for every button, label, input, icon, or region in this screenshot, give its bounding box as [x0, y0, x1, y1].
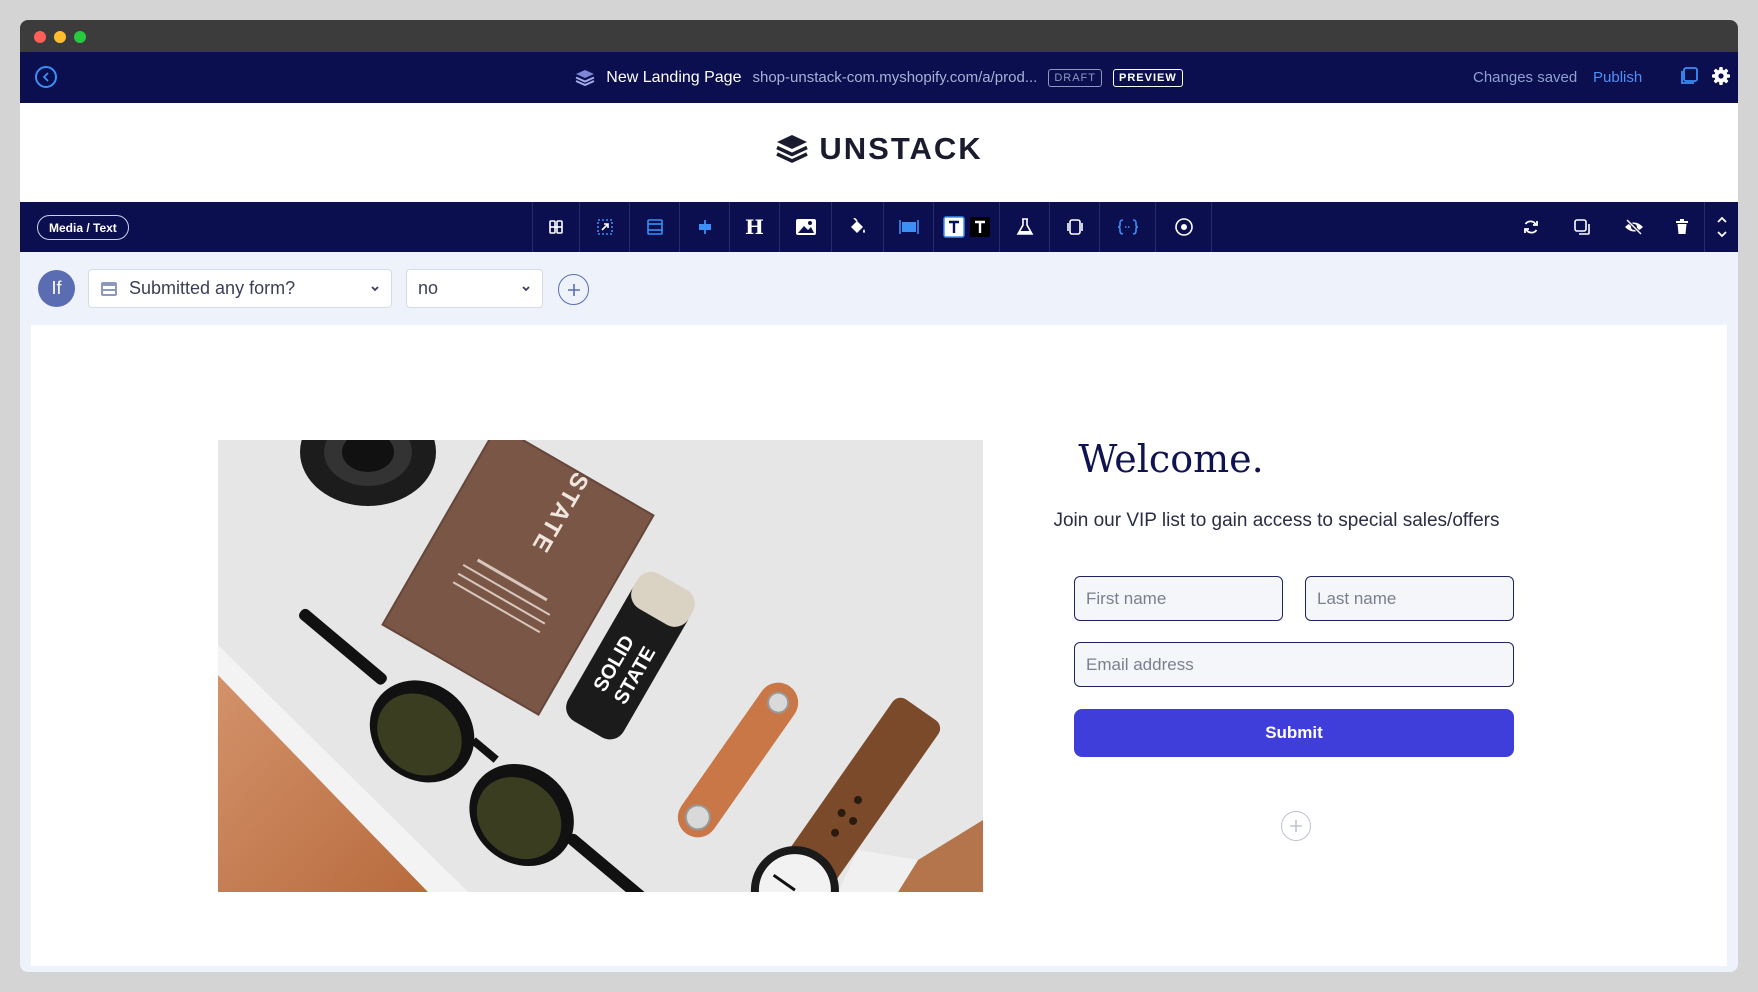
page-canvas: STATE SOLID STATE Welcome. Join our VIP …: [31, 325, 1727, 966]
first-name-field[interactable]: [1074, 576, 1283, 621]
site-logo: UNSTACK: [20, 131, 1738, 167]
gear-icon[interactable]: [1711, 66, 1731, 86]
first-name-input[interactable]: [1075, 577, 1282, 620]
unstack-logo-icon: [776, 135, 809, 163]
welcome-title: Welcome.: [1078, 437, 1264, 481]
app-bar: New Landing Page shop-unstack-com.myshop…: [20, 52, 1738, 103]
browser-window: New Landing Page shop-unstack-com.myshop…: [20, 20, 1738, 972]
welcome-subtitle: Join our VIP list to gain access to spec…: [1053, 510, 1500, 531]
layout-icon: [549, 220, 563, 234]
site-header: UNSTACK: [20, 103, 1738, 202]
duplicate-icon: [1574, 219, 1590, 235]
heading-icon: H: [745, 215, 764, 239]
device-icon: [1066, 219, 1083, 235]
section-toolbar: Media / Text H: [20, 202, 1738, 252]
align-icon: [698, 220, 711, 234]
if-label: If: [38, 270, 75, 307]
plus-icon: [1290, 820, 1302, 832]
condition-bar: If Submitted any form? no: [20, 252, 1738, 325]
last-name-input[interactable]: [1306, 577, 1513, 620]
refresh-icon: [1524, 220, 1538, 234]
email-field[interactable]: [1074, 642, 1514, 687]
publish-button[interactable]: Publish: [1593, 69, 1642, 86]
draft-badge: DRAFT: [1048, 68, 1102, 87]
width-icon: [898, 220, 919, 234]
logo-text: UNSTACK: [819, 131, 983, 166]
chevron-down-icon: [371, 286, 379, 292]
fill-icon: [850, 218, 865, 233]
heading-tool[interactable]: H: [730, 202, 780, 252]
fill-tool[interactable]: [832, 202, 884, 252]
value-select[interactable]: no: [406, 269, 543, 308]
chevron-up-icon[interactable]: [1716, 216, 1728, 224]
copy-icon[interactable]: [1679, 66, 1699, 86]
experiment-tool[interactable]: [1000, 202, 1050, 252]
width-tool[interactable]: [884, 202, 934, 252]
image-icon: [795, 219, 816, 235]
last-name-field[interactable]: [1305, 576, 1514, 621]
code-icon: [1117, 219, 1138, 235]
preview-button[interactable]: PREVIEW: [1113, 68, 1183, 87]
save-status: Changes saved: [1473, 69, 1578, 86]
refresh-tool[interactable]: [1506, 202, 1556, 252]
layout-tool[interactable]: [532, 202, 580, 252]
value-option: no: [418, 278, 439, 298]
target-tool[interactable]: [1156, 202, 1212, 252]
add-element-button[interactable]: [1281, 811, 1311, 841]
text-style-icon: [942, 216, 990, 238]
submit-button[interactable]: Submit: [1074, 709, 1514, 757]
section-type-pill[interactable]: Media / Text: [37, 215, 129, 240]
condition-select[interactable]: Submitted any form?: [88, 269, 392, 308]
hide-icon: [1625, 219, 1643, 235]
chevron-down-icon[interactable]: [1716, 230, 1728, 238]
page-url[interactable]: shop-unstack-com.myshopify.com/a/prod...: [752, 69, 1037, 86]
align-tool[interactable]: [680, 202, 730, 252]
target-icon: [1174, 218, 1193, 236]
product-photo: STATE SOLID STATE: [218, 440, 983, 892]
experiment-icon: [1016, 218, 1033, 235]
close-window-button[interactable]: [34, 31, 46, 43]
condition-value: Submitted any form?: [129, 278, 296, 298]
plus-icon: [567, 283, 580, 296]
duplicate-tool[interactable]: [1556, 202, 1608, 252]
add-condition-button[interactable]: [558, 274, 589, 305]
chevron-down-icon: [522, 286, 530, 292]
title-bar: [20, 20, 1738, 52]
section-spacing-tool[interactable]: [630, 202, 680, 252]
reorder-control[interactable]: [1704, 202, 1738, 252]
code-tool[interactable]: [1100, 202, 1156, 252]
text-style-tool[interactable]: [934, 202, 1000, 252]
email-input[interactable]: [1075, 643, 1513, 686]
select-area-icon: [596, 219, 613, 235]
select-area-tool[interactable]: [580, 202, 630, 252]
device-tool[interactable]: [1050, 202, 1100, 252]
trash-icon: [1676, 219, 1688, 234]
form-icon: [101, 281, 117, 296]
media-image[interactable]: STATE SOLID STATE: [218, 440, 983, 892]
delete-tool[interactable]: [1660, 202, 1704, 252]
section-spacing-icon: [646, 219, 663, 235]
image-tool[interactable]: [780, 202, 832, 252]
layers-icon: [575, 69, 595, 86]
minimize-window-button[interactable]: [54, 31, 66, 43]
hide-tool[interactable]: [1608, 202, 1660, 252]
page-title: New Landing Page: [606, 68, 742, 86]
maximize-window-button[interactable]: [74, 31, 86, 43]
